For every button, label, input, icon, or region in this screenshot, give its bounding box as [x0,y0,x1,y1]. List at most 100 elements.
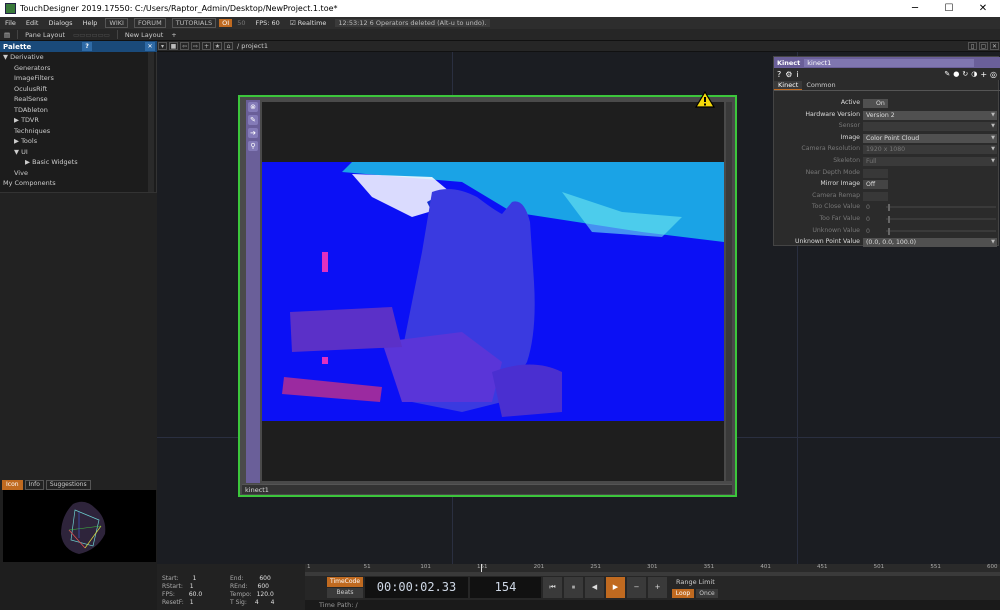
palette-item[interactable]: ▼ Derivative [0,52,156,63]
step-back-button[interactable]: − [627,577,646,598]
pause-button[interactable]: ⏸ [564,577,583,598]
play-forward-button[interactable]: ▶ [606,577,625,598]
palette-item[interactable]: ▶ TDVR [0,115,156,126]
param-toggle[interactable] [863,191,888,201]
tab-suggestions[interactable]: Suggestions [45,480,91,490]
param-menu[interactable]: Color Point Cloud [863,133,997,143]
palette-close-button[interactable]: ✕ [144,42,155,51]
close-pane-icon[interactable]: ✕ [990,42,999,50]
target-icon[interactable]: ◎ [990,70,997,79]
stop-icon[interactable]: ■ [169,42,178,50]
param-menu[interactable] [863,122,997,132]
beats-button[interactable]: Beats [327,588,363,598]
python-logo-icon[interactable]: ◑ [971,70,977,78]
forward-icon[interactable]: ⇨ [191,42,200,50]
timecode-display[interactable]: 00:00:02.33 [365,577,468,598]
add-icon[interactable]: + [202,42,211,50]
info-icon[interactable]: i [796,70,798,79]
split-pane-icon[interactable]: ▯ [968,42,977,50]
pin-icon[interactable]: ✎ [248,115,258,125]
maximize-pane-icon[interactable]: ▢ [979,42,988,50]
menu-file[interactable]: File [0,19,21,27]
palette-item[interactable]: TDAbleton [0,105,156,116]
palette-item[interactable]: OculusRift [0,84,156,95]
rstart-field[interactable]: RStart: 1 [162,583,194,590]
tab-kinect[interactable]: Kinect [774,81,803,90]
param-slider-knob[interactable] [888,227,890,235]
palette-item[interactable]: Vive [0,168,156,179]
fps-field[interactable]: FPS: 60.0 [162,591,202,598]
layout-presets[interactable]: ▭▭▭▭▭▭ [69,31,114,39]
palette-item[interactable]: ImageFilters [0,73,156,84]
comment-icon[interactable]: ✎ [944,70,950,78]
tutorials-link[interactable]: TUTORIALS [171,18,217,28]
param-menu[interactable]: Version 2 [863,110,997,120]
param-slider-track[interactable] [886,218,996,220]
param-toggle[interactable]: Off [863,180,888,190]
play-backward-button[interactable]: ◀ [585,577,604,598]
star-icon[interactable]: ★ [213,42,222,50]
rend-field[interactable]: REnd: 600 [230,583,269,590]
operator-name-field[interactable]: kinect1 [804,58,975,67]
layout-grid-icon[interactable]: ▤ [0,31,14,39]
param-menu[interactable]: (0.0, 0.0, 100.0) [863,238,997,248]
param-menu[interactable]: 1920 x 1080 [863,145,997,155]
plus-icon[interactable]: + [980,70,987,79]
node-viewer-scrollbar[interactable] [726,102,732,481]
pane-menu-icon[interactable]: ▾ [158,42,167,50]
timeline-ruler[interactable]: 1 51 101 151 201 251 301 351 401 451 501 551 600 [305,564,1000,572]
param-value-field[interactable]: 0 [863,227,883,236]
viewer-toggle-icon[interactable]: ⊗ [248,102,258,112]
palette-item[interactable]: ▼ UI [0,147,156,158]
param-value-field[interactable]: 0 [863,203,883,212]
link-icon[interactable]: ⚲ [248,141,258,151]
back-icon[interactable]: ⇦ [180,42,189,50]
help-icon[interactable]: ? [777,70,781,79]
param-slider-track[interactable] [886,206,996,209]
arrow-icon[interactable]: ➔ [248,128,258,138]
close-button[interactable]: ✕ [966,3,1000,14]
param-slider-knob[interactable] [888,216,890,223]
menu-help[interactable]: Help [78,19,103,27]
once-button[interactable]: Once [696,589,718,598]
refresh-icon[interactable]: ↻ [962,70,968,78]
node-name-label[interactable]: kinect1 [242,484,732,494]
param-toggle[interactable] [863,168,888,178]
param-toggle[interactable]: On [863,99,888,108]
speech-icon[interactable]: ● [953,70,959,78]
palette-help-button[interactable]: ? [82,42,93,51]
tab-common[interactable]: Common [802,81,839,90]
menu-dialogs[interactable]: Dialogs [43,19,77,27]
forum-link[interactable]: FORUM [133,18,166,28]
param-slider-track[interactable] [886,229,996,232]
palette-item[interactable]: ▶ Tools [0,136,156,147]
resetf-field[interactable]: ResetF: 1 [162,599,194,606]
palette-scrollbar[interactable] [148,52,154,192]
pane-layout-button[interactable]: Pane Layout [21,31,69,39]
rewind-button[interactable]: ⏮ [543,577,562,598]
home-icon[interactable]: ⌂ [224,42,233,50]
warning-icon[interactable] [694,90,716,108]
loop-button[interactable]: Loop [672,589,694,598]
palette-item[interactable]: My Components [0,178,156,189]
param-value-field[interactable]: 0 [863,215,883,224]
time-path[interactable]: Time Path: / [305,600,1000,610]
end-field[interactable]: End: 600 [230,575,271,582]
new-layout-button[interactable]: New Layout [121,31,167,39]
oi-indicator[interactable]: OI [219,19,233,27]
minimize-button[interactable]: ─ [898,3,932,14]
menu-edit[interactable]: Edit [21,19,44,27]
palette-item[interactable]: Generators [0,63,156,74]
timecode-button[interactable]: TimeCode [327,577,363,587]
param-slider-knob[interactable] [888,204,890,212]
param-menu[interactable]: Full [863,157,997,166]
start-field[interactable]: Start: 1 [162,575,196,582]
tempo-field[interactable]: Tempo: 120.0 [230,591,274,598]
add-layout-button[interactable]: + [167,31,180,39]
realtime-checkbox[interactable]: ☑ Realtime [285,19,332,27]
tab-info[interactable]: Info [24,480,44,490]
step-forward-button[interactable]: + [648,577,667,598]
palette-item[interactable]: Techniques [0,126,156,137]
tsig-field[interactable]: T Sig: 4 4 [230,599,274,606]
palette-item[interactable]: RealSense [0,94,156,105]
